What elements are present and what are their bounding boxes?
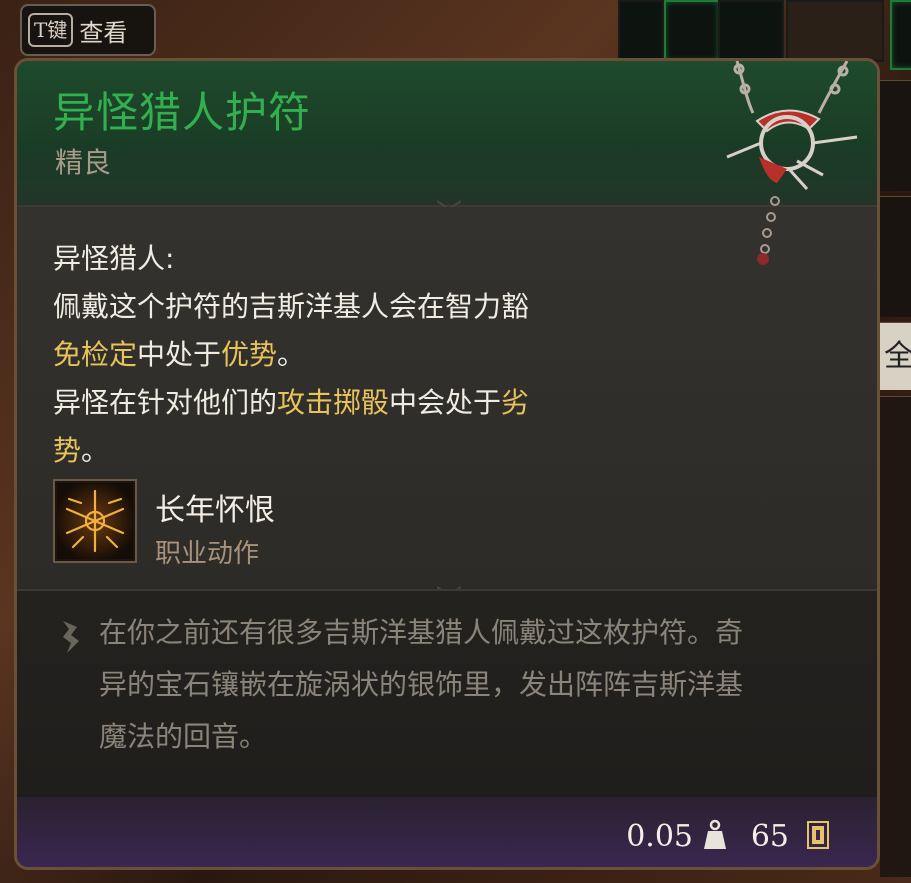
- keyword-saving-throw[interactable]: 免检定: [53, 338, 137, 371]
- weight-icon: [704, 819, 726, 849]
- bg-inventory-slot[interactable]: [890, 0, 911, 70]
- item-rarity: 精良: [55, 146, 112, 179]
- action-type: 职业动作: [155, 539, 260, 569]
- bg-side-button-label: 全: [884, 339, 911, 374]
- gold-icon: [807, 821, 829, 849]
- item-value: 65: [750, 819, 789, 854]
- keyword-attack-roll[interactable]: 攻击掷骰: [277, 386, 389, 419]
- keyword-disadvantage[interactable]: 势: [53, 434, 81, 467]
- bg-inventory-slot[interactable]: [618, 0, 664, 62]
- keyword-disadvantage[interactable]: 劣: [501, 386, 529, 419]
- bg-inventory-slot[interactable]: [664, 0, 720, 62]
- bg-side-panel: [880, 396, 911, 877]
- lore-line: 在你之前还有很多吉斯洋基猎人佩戴过这枚护符。奇: [99, 616, 744, 649]
- bg-side-panel: [880, 196, 911, 317]
- quill-icon: [63, 621, 79, 653]
- description-text: 。: [277, 338, 306, 371]
- tooltip-footer: 0.05 65: [17, 797, 877, 867]
- description-text: 异怪在针对他们的: [53, 386, 278, 419]
- key-cap: T键: [28, 13, 74, 47]
- key-hint-label: 查看: [79, 18, 128, 47]
- lore-line: 魔法的回音。: [99, 720, 268, 753]
- description-text: 。: [81, 434, 110, 467]
- description-line: 佩戴这个护符的吉斯洋基人会在智力豁: [53, 290, 530, 323]
- lore-section: 在你之前还有很多吉斯洋基猎人佩戴过这枚护符。奇 异的宝石镶嵌在旋涡状的银饰里，发…: [17, 589, 877, 797]
- bg-side-button[interactable]: 全: [880, 322, 911, 390]
- lore-line: 异的宝石镶嵌在旋涡状的银饰里，发出阵阵吉斯洋基: [99, 668, 744, 701]
- keyword-advantage[interactable]: 优势: [221, 338, 277, 371]
- inspect-key-hint[interactable]: T键 查看: [20, 4, 156, 56]
- item-tooltip: 异怪猎人护符 精良 异怪猎人: 佩戴这个护符的吉斯洋基人会在智力豁 免检定中处于…: [14, 58, 880, 870]
- amulet-artwork: [726, 61, 858, 265]
- description-line: 势。: [53, 429, 109, 469]
- bg-side-panel: [880, 80, 911, 191]
- bg-inventory-slot[interactable]: [718, 0, 784, 62]
- class-action-icon[interactable]: [53, 479, 137, 563]
- action-name: 长年怀恨: [155, 493, 275, 528]
- description-text: 中处于: [137, 338, 222, 371]
- item-name: 异怪猎人护符: [53, 88, 312, 137]
- description-heading: 异怪猎人:: [53, 242, 175, 275]
- item-weight: 0.05: [626, 819, 693, 854]
- bg-character-portrait[interactable]: [786, 0, 884, 62]
- description-line: 异怪在针对他们的攻击掷骰中会处于劣: [53, 381, 529, 421]
- description-text: 中会处于: [389, 386, 502, 419]
- description-line: 免检定中处于优势。: [53, 333, 305, 373]
